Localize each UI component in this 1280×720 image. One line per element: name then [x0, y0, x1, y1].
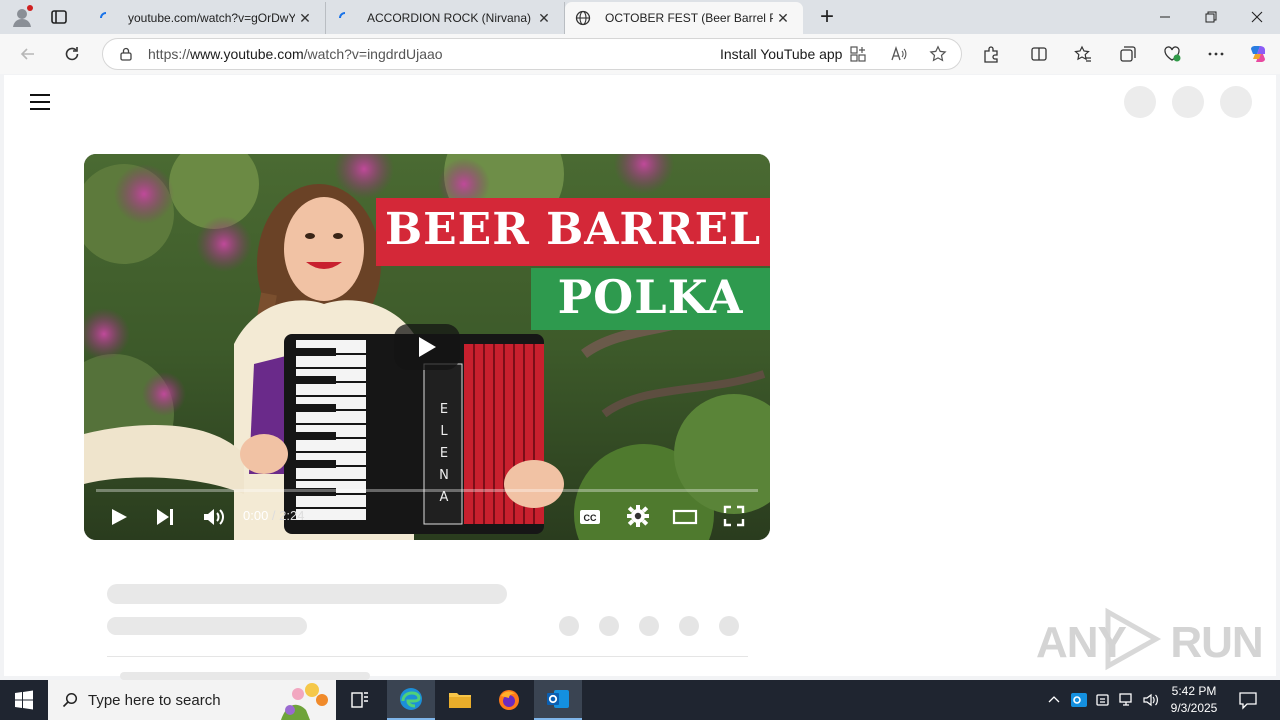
- firefox-icon[interactable]: [497, 688, 521, 712]
- volume-icon[interactable]: [202, 506, 226, 528]
- loading-icon: [337, 10, 353, 26]
- minimize-button[interactable]: [1142, 0, 1188, 34]
- task-view-icon[interactable]: [350, 690, 370, 710]
- back-button[interactable]: [12, 40, 44, 68]
- edge-taskbar-icon[interactable]: [387, 680, 435, 720]
- volume-tray-icon[interactable]: [1142, 691, 1160, 709]
- settings-gear-icon[interactable]: [626, 504, 650, 528]
- progress-bar[interactable]: [96, 489, 758, 492]
- tab-title: youtube.com/watch?v=gOrDwYa: [128, 11, 295, 25]
- tab-youtube-1[interactable]: youtube.com/watch?v=gOrDwYa ✕: [88, 2, 326, 34]
- url-text[interactable]: https://www.youtube.com/watch?v=ingdrdUj…: [148, 46, 443, 62]
- menu-icon[interactable]: [30, 94, 50, 110]
- watermark-text: ANY RUN: [1036, 618, 1264, 667]
- theater-mode-icon[interactable]: [672, 506, 698, 528]
- favorites-icon[interactable]: [1071, 42, 1095, 66]
- install-app-label[interactable]: Install YouTube app: [720, 46, 842, 62]
- fullscreen-icon[interactable]: [722, 504, 746, 528]
- close-window-button[interactable]: [1234, 0, 1280, 34]
- avatar-placeholder: [1124, 86, 1156, 118]
- tab-close-icon[interactable]: ✕: [534, 10, 554, 27]
- search-highlight-icon: [281, 683, 328, 720]
- action-skeleton: [679, 616, 699, 636]
- description-skeleton: [120, 672, 370, 680]
- tab-close-icon[interactable]: ✕: [295, 10, 315, 27]
- video-title-line1: BEER BARREL: [384, 204, 762, 255]
- file-explorer-icon[interactable]: [448, 690, 472, 710]
- profile-avatar[interactable]: [10, 5, 34, 29]
- clock-time: 5:42 PM: [1171, 684, 1217, 698]
- loading-icon: [98, 10, 114, 26]
- refresh-button[interactable]: [56, 40, 88, 68]
- big-play-button[interactable]: [394, 324, 460, 370]
- video-title-line2: POLKA: [557, 270, 744, 324]
- new-tab-button[interactable]: +: [814, 3, 840, 31]
- next-button[interactable]: [154, 506, 176, 528]
- taskbar-search[interactable]: Type here to search: [48, 680, 336, 720]
- globe-icon: [575, 10, 591, 26]
- tab-title: ACCORDION ROCK (Nirvana) - CC: [367, 11, 534, 25]
- more-options-icon[interactable]: [1204, 42, 1228, 66]
- collections-icon[interactable]: [1116, 42, 1140, 66]
- avatar-placeholder: [1172, 86, 1204, 118]
- time-display: 0:00 / 2:24: [243, 508, 304, 523]
- notification-icon[interactable]: [1238, 690, 1258, 710]
- outlook-tray-icon[interactable]: [1070, 691, 1088, 709]
- video-player[interactable]: BEER BARREL POLKA ELENA 0:00 / 2:24 CC: [84, 154, 770, 540]
- search-icon: [62, 692, 78, 708]
- outlook-taskbar-icon[interactable]: [534, 680, 582, 720]
- time-total: 2:24: [279, 508, 305, 523]
- action-skeleton: [559, 616, 579, 636]
- captions-icon[interactable]: CC: [578, 506, 602, 528]
- divider: [107, 656, 748, 657]
- tab-actions-icon[interactable]: [50, 8, 70, 26]
- play-button[interactable]: [108, 506, 130, 528]
- tab-accordion-rock[interactable]: ACCORDION ROCK (Nirvana) - CC ✕: [327, 2, 565, 34]
- tab-title: OCTOBER FEST (Beer Barrel Polka: [605, 11, 773, 25]
- tab-october-fest[interactable]: OCTOBER FEST (Beer Barrel Polka ✕: [565, 2, 803, 34]
- tab-close-icon[interactable]: ✕: [773, 10, 793, 27]
- read-aloud-icon[interactable]: [886, 42, 910, 66]
- copilot-icon[interactable]: [1246, 42, 1270, 66]
- time-separator: /: [268, 508, 280, 523]
- site-info-icon[interactable]: [118, 46, 134, 62]
- anyrun-watermark: ANY RUN: [1036, 606, 1264, 672]
- favorite-star-icon[interactable]: [926, 42, 950, 66]
- meet-now-icon[interactable]: [1094, 691, 1112, 709]
- time-current: 0:00: [243, 508, 269, 523]
- action-skeleton: [599, 616, 619, 636]
- browser-essentials-icon[interactable]: [1160, 42, 1184, 66]
- restore-button[interactable]: [1188, 0, 1234, 34]
- action-skeleton: [639, 616, 659, 636]
- channel-skeleton: [107, 617, 307, 635]
- split-screen-icon[interactable]: [1027, 42, 1051, 66]
- clock-date: 9/3/2025: [1170, 701, 1218, 715]
- accordion-lettering: ELENA: [439, 402, 449, 505]
- title-skeleton: [107, 584, 507, 604]
- action-skeleton: [719, 616, 739, 636]
- search-placeholder: Type here to search: [88, 691, 221, 709]
- show-hidden-icons-icon[interactable]: [1046, 692, 1062, 708]
- extensions-icon[interactable]: [979, 42, 1003, 66]
- clock[interactable]: 5:42 PM 9/3/2025: [1166, 683, 1222, 717]
- app-install-icon[interactable]: [846, 42, 870, 66]
- windows-start-icon[interactable]: [14, 690, 34, 710]
- avatar-placeholder: [1220, 86, 1252, 118]
- network-icon[interactable]: [1118, 691, 1136, 709]
- svg-text:CC: CC: [584, 513, 597, 523]
